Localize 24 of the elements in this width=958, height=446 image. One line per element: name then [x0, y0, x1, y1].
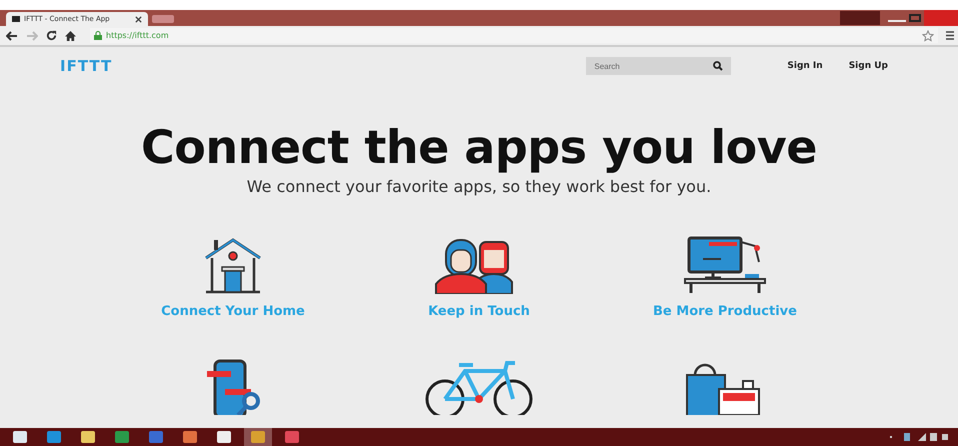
search-icon[interactable]: [713, 61, 724, 71]
close-icon[interactable]: [135, 16, 142, 22]
search-field[interactable]: Search: [586, 57, 732, 75]
menu-icon[interactable]: [946, 31, 954, 40]
computer-icon[interactable]: [683, 236, 767, 294]
house-icon[interactable]: [202, 236, 264, 294]
logo[interactable]: IFTTT: [60, 57, 112, 75]
feature-link[interactable]: Connect Your Home: [161, 304, 305, 319]
feature-link[interactable]: Be More Productive: [653, 304, 797, 319]
maximize-button[interactable]: [906, 11, 924, 25]
hero-title: Connect the apps you love: [141, 121, 817, 173]
lock-icon: [94, 31, 102, 40]
favicon-icon: [12, 16, 20, 22]
hero-subtitle: We connect your favorite apps, so they work best for you.: [246, 177, 712, 196]
nav-link[interactable]: Sign In: [787, 61, 823, 71]
star-icon[interactable]: [922, 30, 934, 42]
reload-icon[interactable]: [46, 30, 57, 41]
feature-link[interactable]: Keep in Touch: [428, 304, 530, 319]
bicycle-icon[interactable]: [423, 359, 535, 415]
home-icon[interactable]: [65, 30, 76, 40]
address-bar[interactable]: https://ifttt.com: [90, 28, 938, 43]
nav-link[interactable]: Sign Up: [848, 61, 888, 71]
system-tray-icon[interactable]: [890, 432, 950, 442]
back-icon[interactable]: [6, 30, 18, 40]
